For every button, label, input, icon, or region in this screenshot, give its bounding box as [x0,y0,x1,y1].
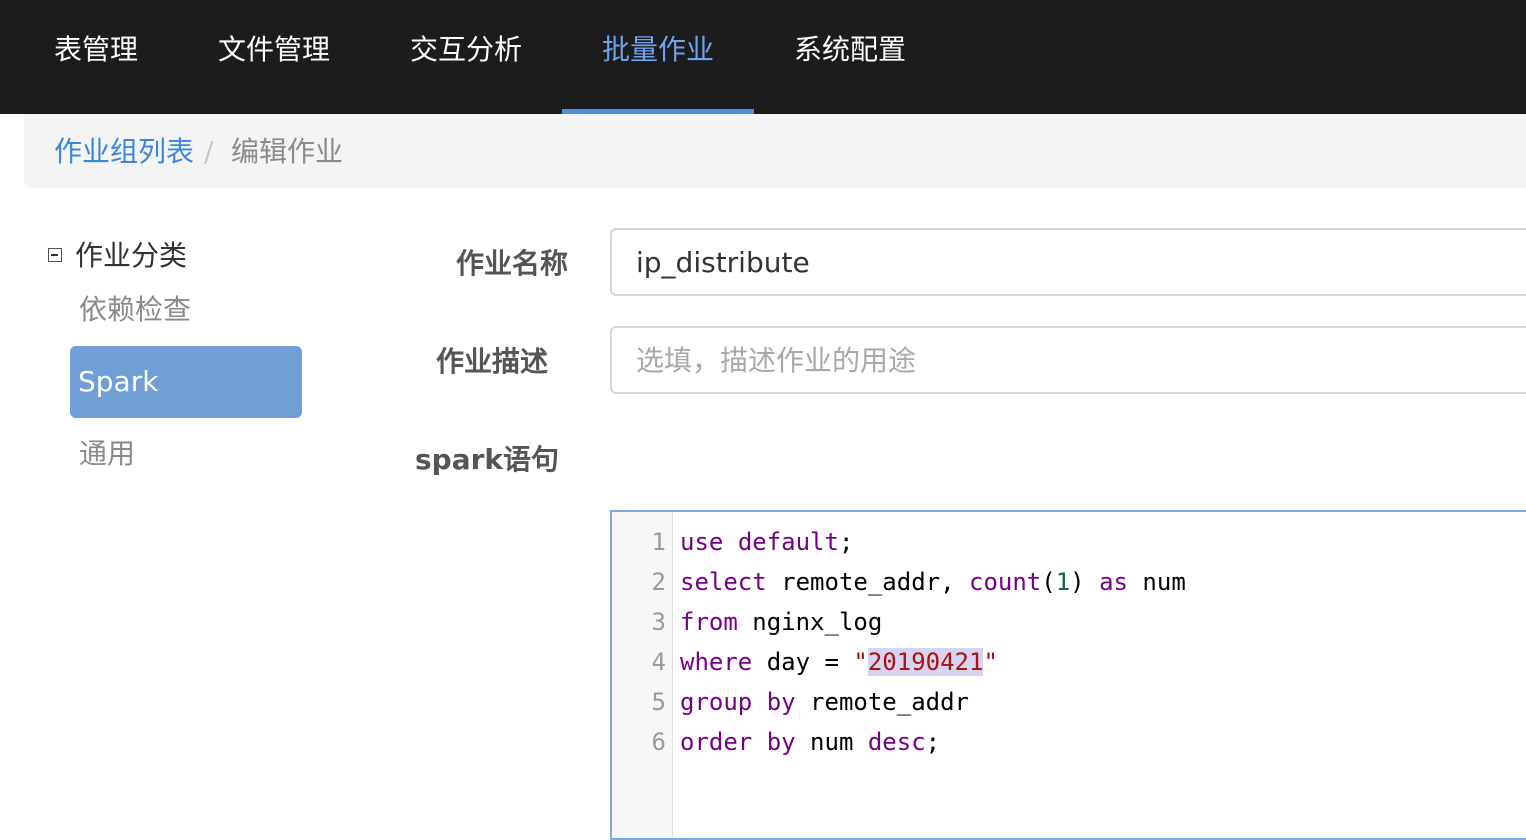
spark-statement-label: spark语句 [415,443,560,476]
line-number-gutter: 1 2 3 4 5 6 [612,512,673,838]
line-number: 2 [651,568,666,596]
highlighted-string: 20190421 [867,648,984,676]
breadcrumb: 作业组列表 / 编辑作业 [24,114,1526,188]
nav-item-system-config[interactable]: 系统配置 [772,0,928,114]
top-navbar: 表管理 文件管理 交互分析 批量作业 系统配置 [0,0,1526,114]
code-line[interactable]: group by remote_addr [680,688,969,716]
line-number: 4 [651,648,666,676]
collapse-icon[interactable] [48,248,62,262]
job-description-label: 作业描述 [436,345,549,378]
code-line[interactable]: from nginx_log [680,608,882,636]
code-line[interactable]: order by num desc; [680,728,940,756]
nav-item-file-management[interactable]: 文件管理 [196,0,352,114]
tree-item-dependency-check[interactable]: 依赖检查 [79,292,191,328]
job-description-input[interactable] [610,326,1526,394]
nav-item-table-management[interactable]: 表管理 [28,0,164,114]
tree-item-spark[interactable]: Spark [70,346,302,418]
line-number: 3 [651,608,666,636]
code-line[interactable]: where day = "20190421" [680,648,998,676]
breadcrumb-separator: / [204,135,214,168]
code-line[interactable]: select remote_addr, count(1) as num [680,568,1186,596]
line-number: 6 [651,728,666,756]
tree-item-general[interactable]: 通用 [79,436,135,472]
breadcrumb-current: 编辑作业 [231,135,344,168]
breadcrumb-job-group-list-link[interactable]: 作业组列表 [54,114,194,190]
code-line[interactable]: use default; [680,528,853,556]
line-number: 5 [651,688,666,716]
line-number: 1 [651,528,666,556]
nav-item-interactive-analysis[interactable]: 交互分析 [388,0,544,114]
spark-sql-editor[interactable]: 1 2 3 4 5 6 use default; select remote_a… [610,510,1526,840]
job-name-input[interactable] [610,228,1526,296]
nav-item-batch-jobs[interactable]: 批量作业 [580,0,736,114]
job-name-label: 作业名称 [456,247,569,280]
tree-root-label: 作业分类 [75,239,188,272]
